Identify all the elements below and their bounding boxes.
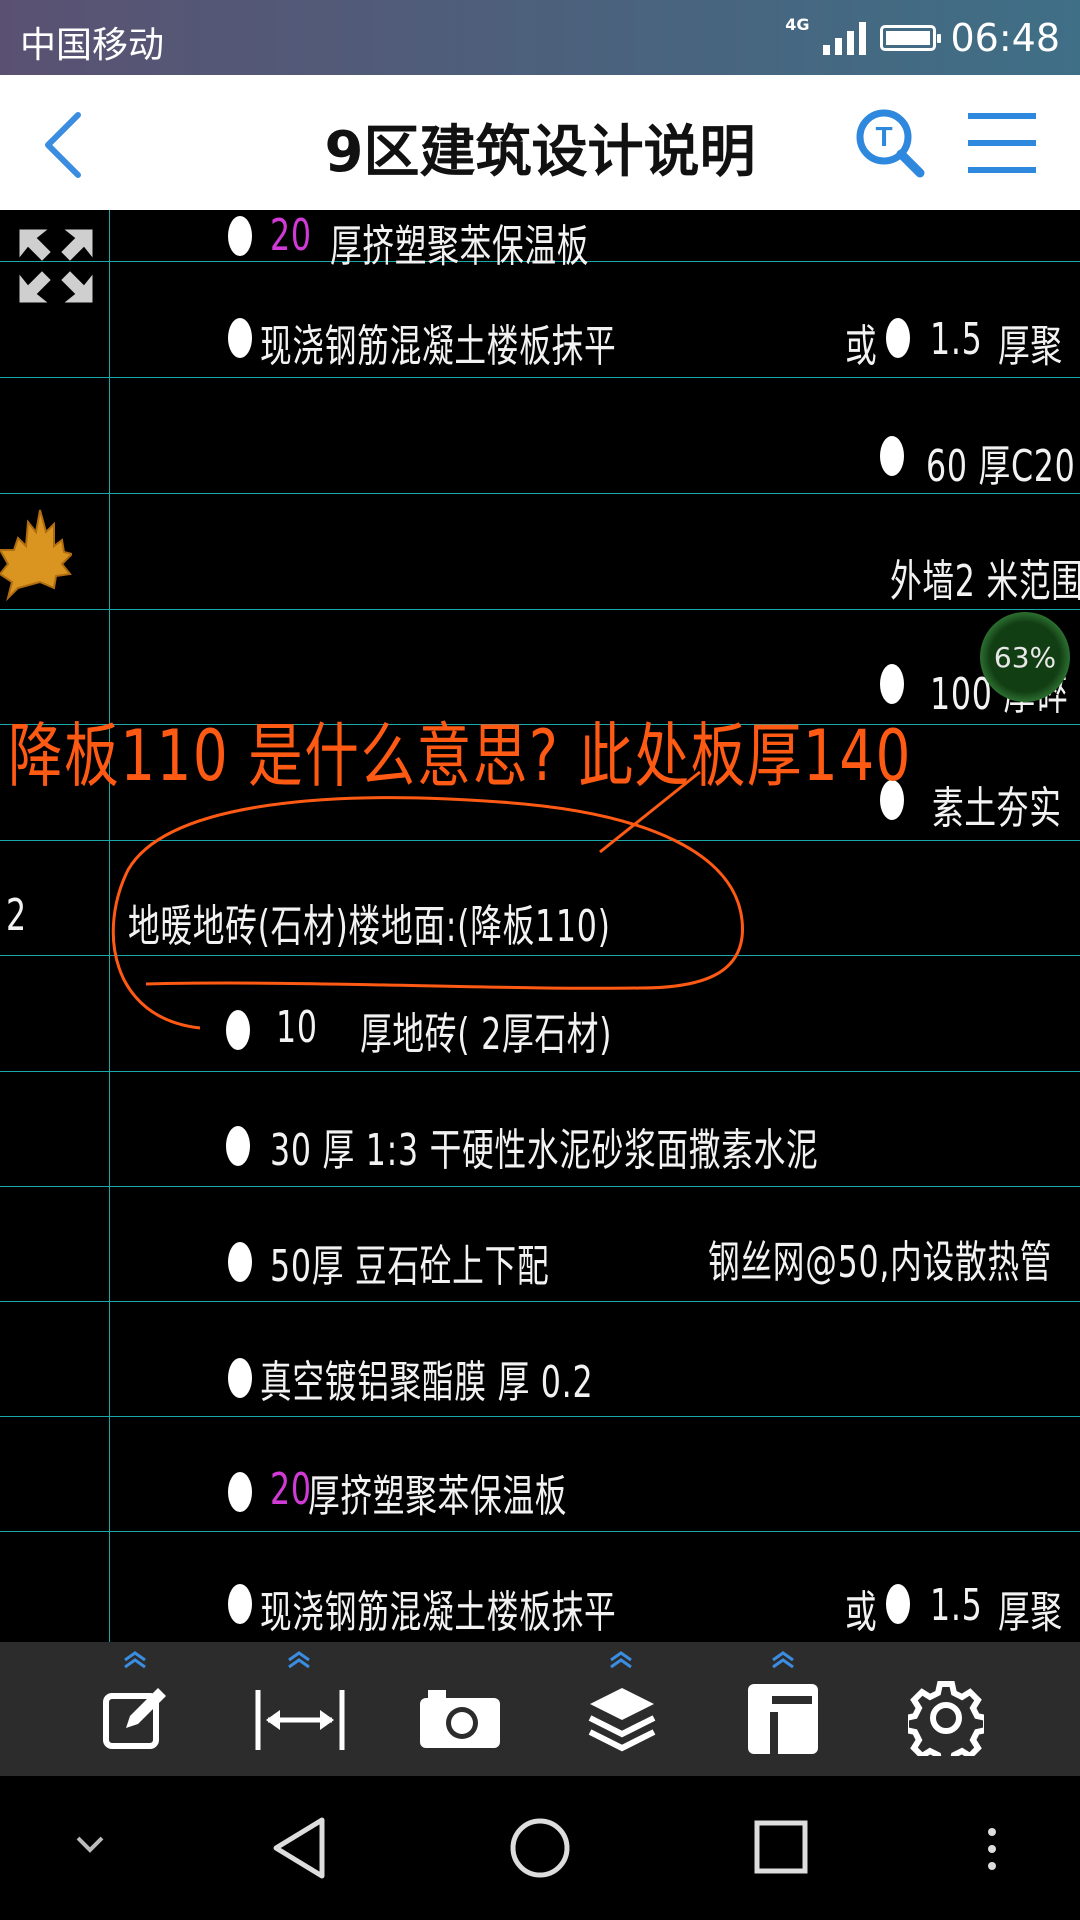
annotation-markup	[111, 770, 744, 1030]
clock: 06:48	[950, 16, 1060, 60]
text-search-icon[interactable]: T	[850, 103, 930, 183]
camera-tool-button[interactable]	[404, 1642, 514, 1776]
settings-tool-button[interactable]	[890, 1642, 1000, 1776]
settings-icon	[908, 1681, 984, 1756]
bottom-toolbar	[0, 1642, 1080, 1776]
camera-icon	[420, 1690, 500, 1748]
system-nav-bar	[0, 1776, 1080, 1920]
network-type: 4G	[785, 14, 810, 34]
hamburger-menu-icon[interactable]	[962, 107, 1042, 179]
carrier-name: 中国移动	[20, 25, 165, 66]
layout-icon	[748, 1684, 818, 1754]
edit-tool-button[interactable]	[80, 1642, 190, 1776]
layout-tool-button[interactable]	[728, 1642, 838, 1776]
status-icons: 4G 06:48	[785, 12, 1060, 64]
measure-tool-button[interactable]	[244, 1642, 354, 1776]
collapse-chevron-icon[interactable]	[74, 1834, 106, 1856]
more-dots-icon[interactable]	[982, 1826, 1002, 1872]
layers-tool-button[interactable]	[566, 1642, 676, 1776]
home-circle-icon[interactable]	[508, 1816, 572, 1880]
back-triangle-icon[interactable]	[272, 1816, 328, 1880]
layers-icon	[588, 1688, 656, 1752]
app-bar: 9区建筑设计说明 T	[0, 75, 1080, 210]
expand-up-icon	[124, 1651, 146, 1669]
recents-square-icon[interactable]	[752, 1818, 812, 1878]
edit-icon	[103, 1688, 166, 1749]
signal-icon	[823, 21, 867, 55]
status-bar: 中国移动 4G 06:48	[0, 0, 1080, 75]
expand-up-icon	[772, 1651, 794, 1669]
svg-text:T: T	[875, 121, 892, 152]
measure-icon	[255, 1690, 345, 1750]
expand-up-icon	[610, 1651, 632, 1669]
battery-icon	[880, 25, 942, 51]
expand-up-icon	[288, 1651, 310, 1669]
drawing-canvas[interactable]: 20 厚挤塑聚苯保温板 现浇钢筋混凝土楼板抹平 或 1.5 厚聚 60 厚C20…	[0, 210, 1080, 1642]
